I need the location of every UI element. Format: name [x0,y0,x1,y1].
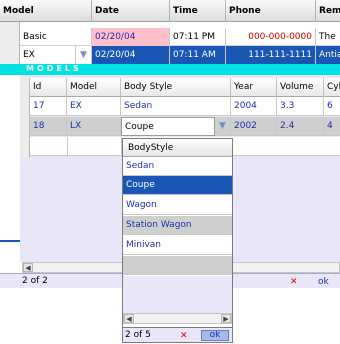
col-header-model[interactable]: Model [67,78,121,97]
cell-year[interactable]: 2004 [231,97,277,116]
cell-phone[interactable]: 000-000-0000 [226,28,316,46]
cell-rem[interactable]: Antia [316,46,340,64]
col-header-body-style[interactable]: Body Style [121,78,231,97]
col-header-phone[interactable]: Phone [226,0,316,22]
dropdown-option[interactable]: Minivan [123,236,232,255]
col-header-time[interactable]: Time [170,0,226,22]
cell-time[interactable]: 07:11 AM [170,46,226,64]
cell-date[interactable]: 02/20/04 [92,46,170,64]
cell-cyl[interactable]: 4 [324,117,340,136]
dropdown-cancel-icon[interactable]: ✕ [180,330,188,342]
detail-left-line [0,240,20,242]
cell-phone[interactable]: 111-111-1111 [226,46,316,64]
cell-model[interactable]: LX [67,117,121,136]
col-header-cyl[interactable]: Cyl [324,78,340,97]
dropdown-horizontal-scrollbar[interactable]: ◀ ▶ [123,313,232,324]
cell-volume[interactable]: 3.3 [277,97,324,116]
chevron-down-icon[interactable]: ▼ [76,46,92,64]
col-header-rem[interactable]: Rem [316,0,340,22]
dropdown-new-row[interactable] [123,256,232,275]
dropdown-option[interactable]: Station Wagon [123,216,232,235]
dropdown-record-position: 2 of 5 [125,330,151,340]
col-header-model[interactable]: Model [0,0,92,22]
body-style-combo[interactable]: Coupe [121,117,215,136]
dropdown-ok-button[interactable]: ok [201,330,229,341]
outer-row-selected[interactable]: EX ▼ 02/20/04 07:11 AM 111-111-1111 Anti… [0,46,340,64]
cell-body-style[interactable]: Sedan [121,97,231,116]
cell-id[interactable]: 18 [30,117,67,136]
dropdown-option[interactable]: Sedan [123,157,232,176]
cell-volume[interactable]: 2.4 [277,117,324,136]
outer-grid-header: Model Date Time Phone Rem [0,0,340,22]
scroll-right-button[interactable]: ▶ [221,314,231,323]
cell-cyl[interactable]: 6 [324,97,340,116]
inner-row-editing[interactable]: 18 LX Coupe ▼ 2002 2.4 4 [30,117,340,136]
detail-left-edge [0,75,20,240]
new-row-cell-divider [67,137,68,156]
outer-record-position: 2 of 2 [22,276,48,286]
inner-row[interactable]: 17 EX Sedan 2004 3.3 6 [30,97,340,116]
cell-time[interactable]: 07:11 PM [170,28,226,46]
dropdown-empty-area [123,276,232,313]
row-selector-column [0,22,20,64]
cell-model[interactable]: EX [20,46,76,64]
outer-row[interactable]: Basic 02/20/04 07:11 PM 000-000-0000 The [0,28,340,46]
col-header-year[interactable]: Year [231,78,277,97]
dropdown-header: BodyStyle [123,139,232,157]
models-label: MODELS [26,64,82,73]
col-header-volume[interactable]: Volume [277,78,324,97]
col-header-id[interactable]: Id [30,78,67,97]
cell-model[interactable]: Basic [20,28,92,46]
scroll-left-button[interactable]: ◀ [124,314,134,323]
cell-rem[interactable]: The [316,28,340,46]
outer-ok-button[interactable]: ok [318,276,340,288]
scroll-left-button[interactable]: ◀ [23,263,33,272]
bodystyle-dropdown[interactable]: BodyStyle Sedan Coupe Wagon Station Wago… [122,138,233,328]
inner-grid-header: Id Model Body Style Year Volume Cyl [30,78,340,97]
chevron-down-icon[interactable]: ▼ [215,117,231,136]
outer-cancel-icon[interactable]: ✕ [290,276,298,288]
inner-row-selector-column [20,78,30,158]
col-header-date[interactable]: Date [92,0,170,22]
cell-date[interactable]: 02/20/04 [92,28,170,46]
cell-year[interactable]: 2002 [231,117,277,136]
cell-model[interactable]: EX [67,97,121,116]
cell-id[interactable]: 17 [30,97,67,116]
dropdown-option[interactable]: Wagon [123,196,232,215]
models-section-bar: MODELS [0,64,340,75]
dropdown-option-selected[interactable]: Coupe [123,176,232,195]
